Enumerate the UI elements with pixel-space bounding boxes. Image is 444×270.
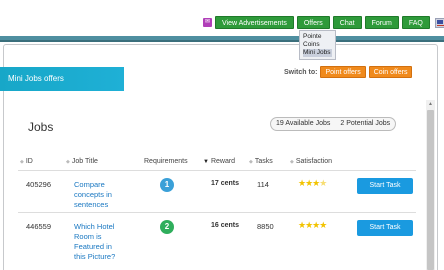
job-title-link[interactable]: Which Hotel Room is Featured in this Pic… <box>74 222 115 262</box>
flag-icon[interactable] <box>434 17 444 28</box>
job-reward: 17 cents <box>211 180 240 187</box>
nav-forum[interactable]: Forum <box>364 16 399 29</box>
dropdown-item-pointe[interactable]: Pointe <box>303 33 332 41</box>
requirement-badge: 1 <box>160 178 174 192</box>
column-header-tasks[interactable]: ◆ Tasks <box>249 158 273 165</box>
page-title: Jobs <box>28 120 54 134</box>
scrollbar-thumb[interactable] <box>427 110 434 270</box>
dropdown-item-mini-jobs[interactable]: Mini Jobs <box>303 49 332 57</box>
coin-offers-button[interactable]: Coin offers <box>368 66 413 78</box>
satisfaction-stars: ★★★★ <box>298 178 327 189</box>
nav-offers[interactable]: Offers <box>296 16 330 29</box>
sort-desc-icon: ▼ <box>203 159 209 165</box>
job-reward: 16 cents <box>211 222 240 229</box>
table-header: ◆ ID ◆ Job Title Requirements ▼ Reward ◆ Tas… <box>18 158 416 168</box>
nav-faq[interactable]: FAQ <box>401 16 430 29</box>
job-counts-toggle: 19 Available Jobs 2 Potential Jobs <box>270 117 397 131</box>
sort-icon: ◆ <box>290 159 294 165</box>
available-jobs-tab[interactable]: 19 Available Jobs <box>271 118 335 130</box>
start-task-button[interactable]: Start Task <box>357 178 413 194</box>
satisfaction-stars: ★★★★ <box>298 220 327 231</box>
messages-icon[interactable]: ✉ <box>203 18 212 27</box>
sort-icon: ◆ <box>66 159 70 165</box>
sort-icon: ◆ <box>20 159 24 165</box>
page-banner: Mini Jobs offers <box>0 67 124 91</box>
dropdown-item-coins[interactable]: Coins <box>303 41 332 49</box>
column-header-satisfaction[interactable]: ◆ Satisfaction <box>290 158 332 165</box>
start-task-button[interactable]: Start Task <box>357 220 413 236</box>
star-icon: ★ <box>319 220 327 230</box>
column-header-reward[interactable]: ▼ Reward <box>203 158 235 165</box>
column-header-id[interactable]: ◆ ID <box>20 158 33 165</box>
top-nav: ✉ View Advertisements Offers Chat Forum … <box>203 16 444 29</box>
switch-label: Switch to: <box>284 68 318 76</box>
scrollbar[interactable]: ▲ <box>426 100 435 270</box>
nav-chat[interactable]: Chat <box>332 16 362 29</box>
job-tasks: 8850 <box>257 222 274 231</box>
job-id: 446559 <box>26 222 52 231</box>
offers-dropdown: Pointe Coins Mini Jobs <box>299 30 336 60</box>
table-divider <box>18 212 416 213</box>
job-id: 405296 <box>26 180 52 189</box>
job-tasks: 114 <box>257 180 269 189</box>
sort-icon: ◆ <box>249 159 253 165</box>
column-header-job-title[interactable]: ◆ Job Title <box>66 158 98 165</box>
requirement-badge: 2 <box>160 220 174 234</box>
header-band <box>0 36 444 42</box>
column-header-requirements[interactable]: Requirements <box>144 158 188 165</box>
switch-offers: Switch to: Point offers Coin offers <box>284 66 413 78</box>
table-divider <box>18 170 416 171</box>
scroll-up-arrow-icon[interactable]: ▲ <box>426 100 435 108</box>
star-half-icon: ★ <box>319 178 327 188</box>
potential-jobs-tab[interactable]: 2 Potential Jobs <box>335 118 395 130</box>
job-title-link[interactable]: Compare concepts in sentences <box>74 180 112 210</box>
point-offers-button[interactable]: Point offers <box>320 66 366 78</box>
nav-view-advertisements[interactable]: View Advertisements <box>215 16 294 29</box>
